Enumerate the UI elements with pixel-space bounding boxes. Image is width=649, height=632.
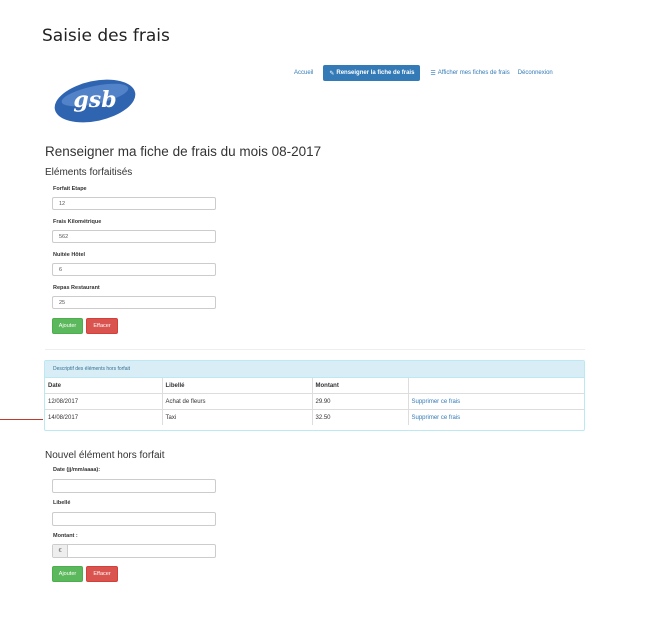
divider [45, 349, 585, 350]
pencil-icon: ✎ [329, 70, 335, 77]
frais-km-input[interactable]: 562 [52, 230, 216, 243]
nav-deconnexion[interactable]: Déconnexion [514, 70, 557, 76]
col-header-date: Date [45, 378, 163, 394]
main-nav: Accueil ✎ Renseigner la fiche de frais ☰ A… [290, 65, 557, 81]
hors-forfait-table: Date Libellé Montant 12/08/2017 Achat de… [45, 378, 584, 425]
montant-label: Montant : [53, 533, 78, 539]
frais-km-label: Frais Kilométrique [53, 219, 102, 225]
fiche-heading: Renseigner ma fiche de frais du mois 08-… [45, 144, 322, 159]
nav-accueil-label: Accueil [294, 70, 314, 76]
delete-frais-link[interactable]: Supprimer ce frais [408, 393, 584, 410]
forfait-etape-label: Forfait Etape [53, 186, 87, 192]
nuitee-hotel-input[interactable]: 6 [52, 263, 216, 276]
cell-date: 14/08/2017 [45, 409, 163, 425]
cell-libelle: Taxi [162, 409, 313, 425]
date-label: Date (jj/mm/aaaa): [53, 467, 101, 473]
repas-restaurant-label: Repas Restaurant [53, 285, 100, 291]
montant-input[interactable] [68, 545, 215, 557]
repas-restaurant-input[interactable]: 25 [52, 296, 216, 309]
forfait-add-button[interactable]: Ajouter [52, 318, 83, 334]
nav-afficher-label: Afficher mes fiches de frais [437, 70, 510, 76]
cell-date: 12/08/2017 [45, 393, 163, 410]
col-header-montant: Montant [312, 378, 409, 394]
side-marker [0, 419, 43, 420]
cell-montant: 32.50 [312, 409, 409, 425]
col-header-libelle: Libellé [162, 378, 313, 394]
nouvel-element-title: Nouvel élément hors forfait [45, 450, 165, 461]
delete-frais-link[interactable]: Supprimer ce frais [408, 409, 584, 425]
montant-input-group: € [52, 544, 216, 558]
hors-forfait-panel-heading: Descriptif des éléments hors forfait [45, 361, 584, 378]
nav-afficher-fiches[interactable]: ☰ Afficher mes fiches de frais [426, 70, 513, 77]
libelle-label: Libellé [53, 500, 71, 506]
nav-renseigner-label: Renseigner la fiche de frais [336, 70, 415, 76]
gsb-logo: gsb [54, 79, 136, 123]
nav-accueil[interactable]: Accueil [290, 70, 317, 76]
nav-deconnexion-label: Déconnexion [517, 70, 553, 76]
col-header-action [408, 378, 584, 394]
table-row: 12/08/2017 Achat de fleurs 29.90 Supprim… [45, 393, 584, 410]
table-header-row: Date Libellé Montant [45, 378, 584, 394]
list-icon: ☰ [430, 70, 436, 77]
date-input[interactable] [52, 479, 216, 493]
page-title: Saisie des frais [42, 26, 170, 46]
hors-forfait-add-button[interactable]: Ajouter [52, 566, 83, 582]
forfait-section-title: Eléments forfaitisés [45, 167, 133, 178]
cell-libelle: Achat de fleurs [162, 393, 313, 410]
nav-renseigner-fiche[interactable]: ✎ Renseigner la fiche de frais [323, 65, 421, 81]
forfait-etape-input[interactable]: 12 [52, 197, 216, 210]
forfait-reset-button[interactable]: Effacer [86, 318, 118, 334]
hors-forfait-panel: Descriptif des éléments hors forfait Dat… [44, 360, 585, 431]
libelle-input[interactable] [52, 512, 216, 526]
cell-montant: 29.90 [312, 393, 409, 410]
hors-forfait-reset-button[interactable]: Effacer [86, 566, 118, 582]
logo-text: gsb [73, 87, 116, 113]
nuitee-hotel-label: Nuitée Hôtel [53, 252, 86, 258]
table-row: 14/08/2017 Taxi 32.50 Supprimer ce frais [45, 409, 584, 425]
euro-addon: € [53, 545, 68, 557]
